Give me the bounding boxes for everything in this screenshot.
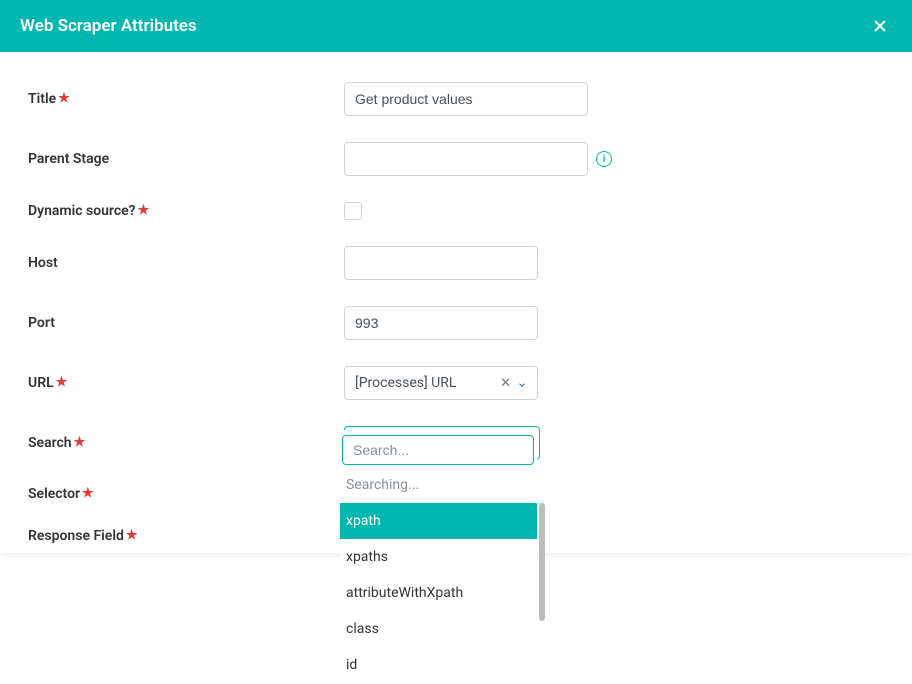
modal-header: Web Scraper Attributes — [0, 0, 912, 52]
close-icon — [870, 16, 890, 36]
port-input[interactable] — [344, 306, 538, 340]
title-input[interactable] — [344, 82, 588, 116]
dynamic-source-checkbox[interactable] — [344, 202, 362, 220]
required-star-icon: ★ — [82, 486, 94, 501]
label-response-field: Response Field ★ — [28, 528, 344, 544]
required-star-icon: ★ — [58, 91, 70, 106]
label-dynamic-source: Dynamic source? ★ — [28, 203, 344, 219]
dropdown-status: Searching... — [340, 471, 537, 503]
scrollbar[interactable] — [539, 503, 545, 621]
field-url: URL ★ [Processes] URL ✕ — [28, 366, 884, 400]
url-select[interactable]: [Processes] URL ✕ — [344, 366, 538, 400]
modal-title: Web Scraper Attributes — [20, 16, 197, 36]
required-star-icon: ★ — [126, 528, 138, 543]
label-search: Search ★ — [28, 435, 344, 451]
dropdown-search-input[interactable] — [342, 435, 534, 465]
chevron-down-icon[interactable] — [517, 378, 527, 388]
info-icon[interactable]: i — [596, 151, 612, 167]
label-parent-stage: Parent Stage — [28, 151, 344, 167]
field-title: Title ★ — [28, 82, 884, 116]
dropdown-option-id[interactable]: id — [340, 647, 537, 683]
label-selector: Selector ★ — [28, 486, 344, 502]
label-port: Port — [28, 315, 344, 331]
close-button[interactable] — [868, 14, 892, 38]
dropdown-option-class[interactable]: class — [340, 611, 537, 647]
required-star-icon: ★ — [56, 375, 68, 390]
field-dynamic-source: Dynamic source? ★ — [28, 202, 884, 220]
field-port: Port — [28, 306, 884, 340]
required-star-icon: ★ — [138, 203, 150, 218]
dropdown-option-xpath[interactable]: xpath — [340, 503, 537, 539]
required-star-icon: ★ — [74, 435, 86, 450]
dropdown-list: xpath xpaths attributeWithXpath class id — [340, 503, 537, 683]
clear-icon[interactable]: ✕ — [500, 376, 511, 391]
field-host: Host — [28, 246, 884, 280]
label-title: Title ★ — [28, 91, 344, 107]
host-input[interactable] — [344, 246, 538, 280]
label-url: URL ★ — [28, 375, 344, 391]
search-dropdown: Searching... xpath xpaths attributeWithX… — [340, 430, 537, 683]
parent-stage-input[interactable] — [344, 142, 588, 176]
field-parent-stage: Parent Stage i — [28, 142, 884, 176]
dropdown-option-xpaths[interactable]: xpaths — [340, 539, 537, 575]
dropdown-option-attributewithxpath[interactable]: attributeWithXpath — [340, 575, 537, 611]
label-host: Host — [28, 255, 344, 271]
